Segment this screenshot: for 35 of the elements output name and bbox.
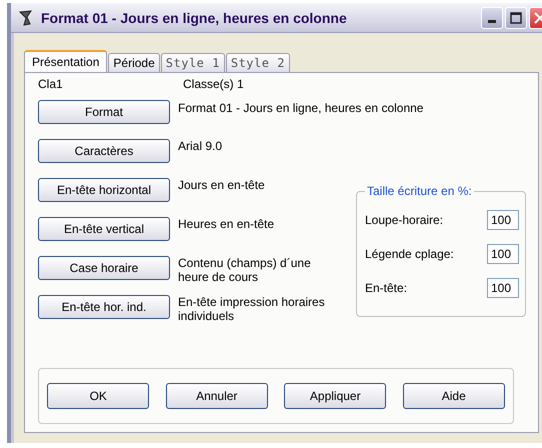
option-button[interactable]: En-tête hor. ind. (38, 295, 170, 319)
class-code: Cla1 (38, 77, 64, 91)
minimize-icon (488, 20, 496, 23)
tab[interactable]: Style 1 (160, 53, 225, 72)
app-icon (17, 8, 35, 26)
option-description: Format 01 - Jours en ligne, heures en colonne (178, 100, 424, 117)
option-description: Jours en en-tête (178, 178, 266, 193)
field-label: Loupe-horaire: (365, 213, 444, 227)
tab[interactable]: Style 2 (226, 53, 290, 72)
option-button[interactable]: En-tête horizontal (38, 178, 170, 202)
tab[interactable]: Période (108, 53, 160, 72)
option-description: Contenu (champs) d´une heure de cours (178, 256, 312, 285)
maximize-button[interactable] (505, 6, 527, 28)
dialog-button[interactable]: Appliquer (284, 383, 386, 409)
dialog-button[interactable]: Annuler (166, 383, 268, 409)
option-description: Arial 9.0 (178, 139, 224, 154)
option-description: En-tête impression horaires individuels (178, 295, 326, 324)
input-field[interactable]: 100 (487, 278, 519, 298)
minimize-button[interactable] (481, 6, 503, 28)
tab[interactable]: Présentation (24, 50, 108, 72)
field-label: En-tête: (365, 281, 408, 295)
window-title: Format 01 - Jours en ligne, heures en colonne (41, 10, 348, 26)
option-button[interactable]: En-tête vertical (38, 217, 170, 241)
option-button[interactable]: Caractères (38, 139, 170, 163)
option-description: Heures en en-tête (178, 217, 276, 232)
option-button[interactable]: Case horaire (38, 256, 170, 280)
dialog-button[interactable]: OK (47, 383, 150, 409)
option-button[interactable]: Format (38, 100, 170, 124)
group-title: Taille écriture en %: (365, 184, 474, 198)
field-label: Légende cplage: (365, 247, 454, 261)
input-field[interactable]: 100 (487, 210, 519, 230)
maximize-icon (510, 12, 522, 24)
input-field[interactable]: 100 (487, 244, 519, 264)
dialog-button[interactable]: Aide (402, 383, 505, 409)
class-label: Classe(s) 1 (183, 77, 244, 91)
